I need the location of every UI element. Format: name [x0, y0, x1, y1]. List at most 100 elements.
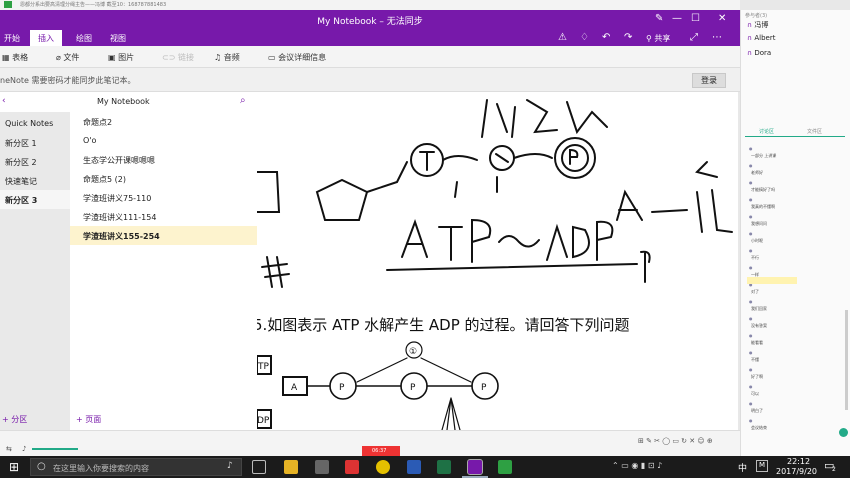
section-item[interactable]: 快速笔记 — [0, 171, 70, 190]
picture-button[interactable]: ▣ 图片 — [108, 52, 134, 63]
tray-icons[interactable]: ⌃ ▭ ◉ ▮ ⊡ ♪ — [612, 461, 662, 470]
meeting-details-button[interactable]: ▭ 会议详细信息 — [268, 52, 326, 63]
minimize-button[interactable]: — — [672, 13, 682, 24]
microphone-icon[interactable]: ♪ — [22, 445, 26, 453]
lightbulb-icon[interactable]: ♢ — [580, 32, 589, 43]
chat-message: 一部分 上讲课 — [751, 153, 777, 158]
headphone-icon: ∩ — [747, 21, 753, 29]
chat-message: 不懂 — [751, 357, 759, 362]
page-item[interactable]: O'o — [70, 131, 257, 150]
tab-view[interactable]: 视图 — [110, 33, 126, 44]
app-icon-red[interactable] — [345, 460, 359, 474]
redo-icon[interactable]: ↷ — [624, 32, 632, 43]
notification-count: 2 — [832, 466, 836, 473]
chat-sender: ● — [749, 299, 753, 304]
tab-insert[interactable]: 插入 — [30, 30, 62, 46]
chat-message: 才能搞好了吗 — [751, 187, 775, 192]
excel-icon[interactable] — [437, 460, 451, 474]
page-item[interactable]: 命题点2 — [70, 112, 257, 131]
section-list: Quick Notes 新分区 1 新分区 2 快速笔记 新分区 3 + 分区 — [0, 112, 70, 430]
expand-icon[interactable]: ⤢ — [690, 32, 698, 43]
participant-name: Dora — [754, 49, 772, 57]
chat-message: 对了 — [751, 289, 759, 294]
file-explorer-icon[interactable] — [284, 460, 298, 474]
tab-home[interactable]: 开始 — [4, 33, 20, 44]
draw-tools-icon[interactable]: ⊞ ✎ ✂ ◯ ▭ ↻ ✕ ☺ ⊕ — [638, 437, 713, 445]
chat-sender: ● — [749, 163, 753, 168]
share-label: 共享 — [654, 34, 671, 43]
table-button[interactable]: ▦ 表格 — [2, 52, 28, 63]
add-section-button[interactable]: + 分区 — [2, 414, 27, 425]
chat-message: 我真的不懂啊 — [751, 204, 775, 209]
page-item[interactable]: 学渣班讲义75-110 — [70, 188, 257, 207]
windows-start-icon[interactable]: ⊞ — [9, 460, 19, 474]
top-strip-text: 恩都分系出要高清理分绳主告——冯博 截至10：168787881483 — [20, 2, 167, 8]
volume-slider[interactable] — [32, 448, 78, 450]
tab-files[interactable]: 文件区 — [807, 128, 822, 135]
handwriting-drawing: TP A P P P ① DP 5.如图表示 ATP 水解产生 ADP 的过程。… — [257, 99, 733, 430]
share-button[interactable]: ⚲ 共享 — [646, 33, 670, 44]
chat-message: 我们回家 — [751, 306, 767, 311]
page-item[interactable]: 命题点5 (2) — [70, 169, 257, 188]
ime-indicator[interactable]: 中 — [738, 461, 747, 474]
recording-time: 06:37 — [372, 448, 387, 454]
diagram-label-a: A — [291, 383, 298, 393]
close-button[interactable]: ✕ — [718, 13, 726, 24]
ime-mode-icon[interactable]: M — [756, 460, 768, 472]
headphone-icon: ∩ — [747, 49, 753, 57]
clock-date[interactable]: 2017/9/20 — [776, 467, 817, 476]
image-icon: ▣ — [108, 53, 116, 62]
maximize-button[interactable]: ☐ — [691, 13, 700, 24]
meeting-details-label: 会议详细信息 — [278, 53, 327, 62]
tab-discussion[interactable]: 讨论区 — [759, 128, 774, 135]
link-icon: ⊂⊃ — [162, 53, 176, 62]
participant-item[interactable]: ∩ Dora — [747, 49, 771, 57]
undo-icon[interactable]: ↶ — [602, 32, 610, 43]
more-icon[interactable]: ⋯ — [712, 32, 722, 43]
warning-icon[interactable]: ⚠ — [558, 32, 567, 43]
onenote-icon[interactable] — [467, 459, 483, 475]
note-canvas[interactable]: TP A P P P ① DP 5.如图表示 ATP 水解产生 ADP 的过程。… — [257, 92, 738, 430]
login-button[interactable]: 登录 — [692, 73, 726, 88]
tab-draw[interactable]: 绘图 — [76, 33, 92, 44]
pen-icon[interactable]: ✎ — [655, 13, 663, 24]
search-icon[interactable]: ⌕ — [240, 95, 246, 106]
task-view-icon[interactable] — [252, 460, 266, 474]
word-icon[interactable] — [407, 460, 421, 474]
participant-name: Albert — [754, 34, 776, 42]
diagram-label-p2: P — [410, 383, 416, 393]
volume-icon[interactable]: ⇆ — [6, 445, 12, 453]
top-info-strip: 恩都分系出要高清理分绳主告——冯博 截至10：168787881483 — [0, 0, 740, 10]
page-item-active[interactable]: 学渣班讲义155-254 — [70, 226, 257, 245]
participant-item[interactable]: ∩ Albert — [747, 34, 775, 42]
section-item[interactable]: 新分区 2 — [0, 152, 70, 171]
send-icon[interactable] — [839, 428, 848, 437]
ribbon-tabs: 开始 插入 绘图 视图 ⚠ ♢ ↶ ↷ ⚲ 共享 ⤢ ⋯ — [0, 30, 740, 46]
chat-message: 老师好 — [751, 170, 763, 175]
chrome-icon[interactable] — [376, 460, 390, 474]
chat-scrollbar[interactable] — [845, 310, 848, 410]
link-button[interactable]: ⊂⊃ 链接 — [162, 52, 194, 63]
add-page-button[interactable]: + 页面 — [76, 414, 101, 425]
recording-badge[interactable]: 06:37 — [362, 446, 400, 456]
chat-sender: ● — [749, 197, 753, 202]
microphone-icon[interactable]: ♪ — [227, 461, 233, 471]
back-chevron-icon[interactable]: ‹ — [2, 96, 6, 106]
section-item[interactable]: Quick Notes — [0, 114, 70, 133]
file-button[interactable]: ⌀ 文件 — [56, 52, 79, 63]
taskbar-search[interactable]: ○ 在这里输入你要搜索的内容 ♪ — [30, 458, 242, 476]
plus-icon: + — [2, 415, 9, 424]
section-item-active[interactable]: 新分区 3 — [0, 190, 70, 209]
add-page-label: 页面 — [85, 415, 102, 424]
participant-item[interactable]: ∩ 冯博 — [747, 20, 768, 30]
page-item[interactable]: 生态学公开课嗯嗯嗯 — [70, 150, 257, 169]
notebook-title[interactable]: My Notebook — [97, 97, 150, 106]
paperclip-icon: ⌀ — [56, 53, 61, 62]
chat-message: 我想问问 — [751, 221, 767, 226]
section-item[interactable]: 新分区 1 — [0, 133, 70, 152]
page-item[interactable]: 学渣班讲义111-154 — [70, 207, 257, 226]
audio-button[interactable]: ♫ 音频 — [214, 52, 240, 63]
classroom-icon[interactable] — [498, 460, 512, 474]
clock-time[interactable]: 22:12 — [787, 457, 810, 466]
store-icon[interactable] — [315, 460, 329, 474]
